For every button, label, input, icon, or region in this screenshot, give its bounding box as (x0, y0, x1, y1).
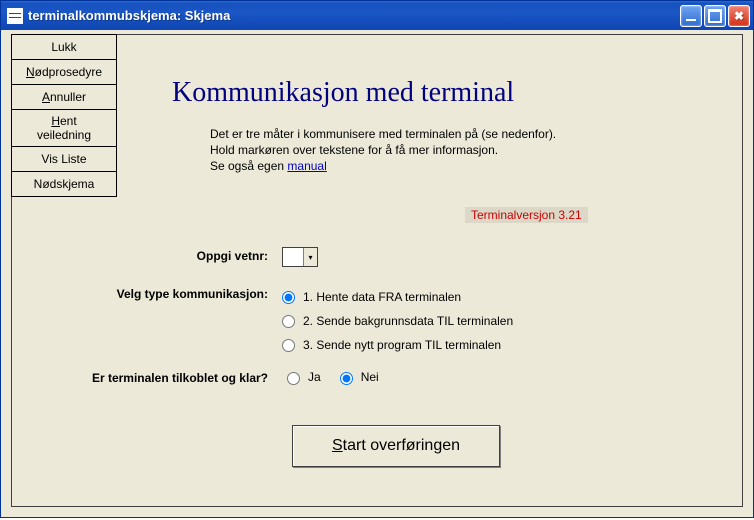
terminal-version: Terminalversjon 3.21 (465, 207, 588, 223)
chevron-down-icon[interactable]: ▾ (303, 248, 317, 266)
ready-yes-radio[interactable] (287, 372, 300, 385)
comm-options: 1. Hente data FRA terminalen 2. Sende bak… (282, 285, 742, 357)
comm-option-label: 2. Sende bakgrunnsdata TIL terminalen (303, 314, 513, 328)
ready-no-label: Nei (361, 370, 379, 384)
vetnr-label: Oppgi vetnr: (12, 247, 282, 263)
description-line: Det er tre måter i kommunisere med termi… (210, 126, 556, 142)
window-frame: terminalkommubskjema: Skjema LukkNødpros… (0, 0, 754, 518)
sidebar-item-lukk[interactable]: Lukk (11, 34, 117, 60)
sidebar-item-annuller[interactable]: Annuller (11, 84, 117, 110)
vetnr-input[interactable] (283, 248, 303, 266)
sidebar-item-hent-veiledning[interactable]: Hentveiledning (11, 109, 117, 147)
comm-radio-3[interactable] (282, 339, 295, 352)
description-line: Hold markøren over tekstene for å få mer… (210, 142, 556, 158)
comm-option-3[interactable]: 3. Sende nytt program TIL terminalen (282, 333, 742, 357)
comm-option-label: 1. Hente data FRA terminalen (303, 290, 461, 304)
description-prefix: Se også egen (210, 159, 287, 173)
sidebar-item-nødskjema[interactable]: Nødskjema (11, 171, 117, 197)
close-button[interactable] (728, 5, 750, 27)
comm-type-label: Velg type kommunikasjon: (12, 285, 282, 301)
window-buttons (680, 5, 750, 27)
window-icon (7, 8, 23, 24)
comm-option-label: 3. Sende nytt program TIL terminalen (303, 338, 501, 352)
body-area: LukkNødprosedyreAnnullerHentveiledningVi… (1, 30, 753, 517)
ready-yes-option[interactable]: Ja (282, 369, 321, 385)
ready-no-radio[interactable] (340, 372, 353, 385)
start-transfer-button[interactable]: Start overføringen (292, 425, 500, 467)
comm-radio-1[interactable] (282, 291, 295, 304)
titlebar: terminalkommubskjema: Skjema (1, 1, 753, 30)
inner-panel: LukkNødprosedyreAnnullerHentveiledningVi… (11, 34, 743, 507)
maximize-button[interactable] (704, 5, 726, 27)
ready-radios: Ja Nei (282, 369, 742, 385)
ready-no-option[interactable]: Nei (335, 369, 379, 385)
sidebar-item-nødprosedyre[interactable]: Nødprosedyre (11, 59, 117, 85)
comm-radio-2[interactable] (282, 315, 295, 328)
sidebar: LukkNødprosedyreAnnullerHentveiledningVi… (11, 34, 117, 196)
page-title: Kommunikasjon med terminal (172, 77, 514, 109)
form-area: Oppgi vetnr: ▾ Velg type kommunikasjon: … (12, 247, 742, 393)
vetnr-combobox[interactable]: ▾ (282, 247, 318, 267)
description: Det er tre måter i kommunisere med termi… (210, 126, 556, 175)
window-title: terminalkommubskjema: Skjema (28, 8, 680, 23)
comm-option-1[interactable]: 1. Hente data FRA terminalen (282, 285, 742, 309)
sidebar-item-vis-liste[interactable]: Vis Liste (11, 146, 117, 172)
minimize-button[interactable] (680, 5, 702, 27)
manual-link[interactable]: manual (287, 159, 326, 173)
description-line: Se også egen manual (210, 158, 556, 174)
ready-yes-label: Ja (308, 370, 321, 384)
comm-option-2[interactable]: 2. Sende bakgrunnsdata TIL terminalen (282, 309, 742, 333)
ready-label: Er terminalen tilkoblet og klar? (12, 369, 282, 385)
